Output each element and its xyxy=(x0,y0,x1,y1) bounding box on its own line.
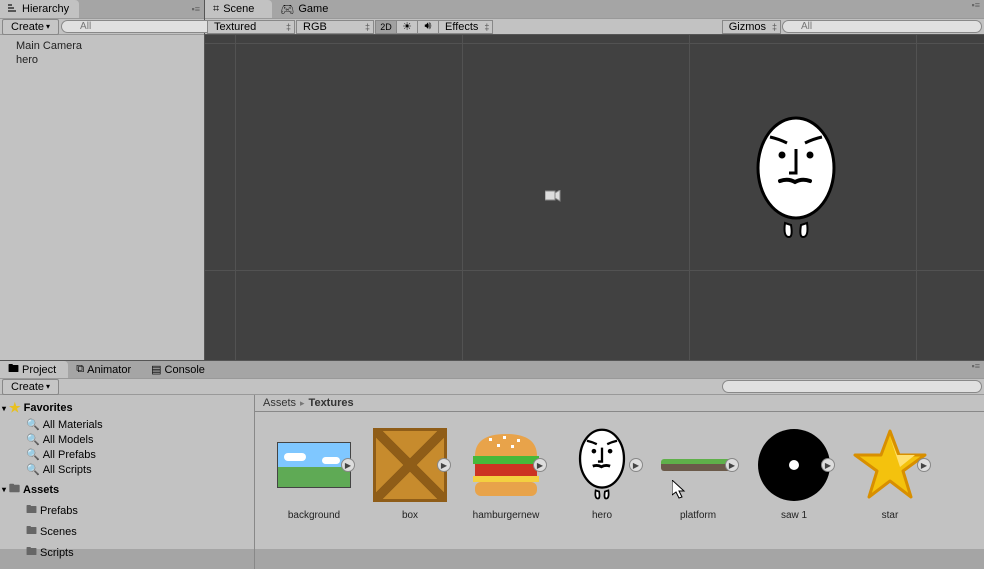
scene-icon: ⌗ xyxy=(213,3,219,16)
gizmos-dropdown[interactable]: Gizmos xyxy=(722,20,781,34)
star-thumbnail xyxy=(853,429,927,501)
hero-sprite[interactable] xyxy=(755,115,837,243)
hierarchy-create-button[interactable]: Create ▾ xyxy=(2,19,59,35)
asset-folder[interactable]: 🖿Scripts xyxy=(2,542,252,563)
saw-thumbnail xyxy=(758,429,830,501)
expand-icon[interactable]: ▶ xyxy=(821,458,835,472)
hierarchy-item[interactable]: hero xyxy=(16,53,204,67)
scene-toolbar: Textured RGB 2D ☀ 🔊︎ Effects Gizmos 🔍 xyxy=(205,18,984,35)
animator-icon: ⧉ xyxy=(76,363,84,376)
search-filter-icon: 🔍 xyxy=(26,448,40,461)
scene-search-input[interactable] xyxy=(782,20,982,33)
asset-item-saw[interactable]: ▶ saw 1 xyxy=(755,428,833,553)
folder-icon: 🖿 xyxy=(9,480,20,499)
asset-item-background[interactable]: ▶ background xyxy=(275,428,353,553)
hierarchy-item[interactable]: Main Camera xyxy=(16,39,204,53)
tab-label: Hierarchy xyxy=(22,3,69,15)
asset-item-platform[interactable]: ▶ platform xyxy=(659,428,737,553)
hierarchy-search-input[interactable] xyxy=(61,20,217,33)
box-thumbnail xyxy=(373,428,447,502)
light-icon: ☀ xyxy=(402,20,412,33)
breadcrumb: Assets ▸ Textures xyxy=(255,395,984,412)
hierarchy-list: Main Camera hero xyxy=(0,35,204,360)
expand-icon[interactable]: ▶ xyxy=(629,458,643,472)
expand-icon[interactable]: ▶ xyxy=(533,458,547,472)
favorites-item[interactable]: 🔍All Materials xyxy=(2,417,252,432)
expand-icon[interactable]: ▶ xyxy=(341,458,355,472)
chevron-down-icon: ▾ xyxy=(46,22,50,31)
breadcrumb-item[interactable]: Textures xyxy=(309,397,354,409)
tab-scene[interactable]: ⌗ Scene xyxy=(205,0,272,18)
hamburger-thumbnail xyxy=(469,430,543,500)
folder-icon: 🖿 xyxy=(26,522,37,541)
chevron-down-icon: ▾ xyxy=(2,485,6,494)
2d-toggle[interactable]: 2D xyxy=(375,20,397,34)
lighting-toggle[interactable]: ☀ xyxy=(396,20,418,34)
project-panel: 🖿 Project ⧉ Animator ▤ Console ▪≡ Create… xyxy=(0,361,984,549)
asset-item-hamburger[interactable]: ▶ hamburgernew xyxy=(467,428,545,553)
render-mode-dropdown[interactable]: RGB xyxy=(296,20,374,34)
asset-item-box[interactable]: ▶ box xyxy=(371,428,449,553)
expand-icon[interactable]: ▶ xyxy=(917,458,931,472)
game-icon: 🎮︎ xyxy=(280,3,294,16)
folder-icon: 🖿 xyxy=(26,543,37,562)
favorites-header[interactable]: ▾ ★ Favorites xyxy=(2,399,252,417)
background-thumbnail xyxy=(277,442,351,488)
project-tree: ▾ ★ Favorites 🔍All Materials 🔍All Models… xyxy=(0,395,255,569)
breadcrumb-separator-icon: ▸ xyxy=(300,398,305,409)
panel-options-icon[interactable]: ▪≡ xyxy=(188,4,204,14)
tab-game[interactable]: 🎮︎ Game xyxy=(272,0,346,18)
tab-animator[interactable]: ⧉ Animator xyxy=(68,361,143,378)
tab-hierarchy[interactable]: Hierarchy xyxy=(0,0,79,18)
chevron-down-icon: ▾ xyxy=(46,382,50,391)
tab-console[interactable]: ▤ Console xyxy=(143,361,217,378)
search-filter-icon: 🔍 xyxy=(26,433,40,446)
asset-view: Assets ▸ Textures ▶ background ▶ box xyxy=(255,395,984,569)
assets-header[interactable]: ▾ 🖿 Assets xyxy=(2,479,252,500)
favorites-item[interactable]: 🔍All Prefabs xyxy=(2,447,252,462)
hierarchy-icon xyxy=(8,3,18,15)
project-create-button[interactable]: Create ▾ xyxy=(2,379,59,395)
shading-mode-dropdown[interactable]: Textured xyxy=(207,20,295,34)
expand-icon[interactable]: ▶ xyxy=(437,458,451,472)
camera-gizmo-icon xyxy=(545,190,561,202)
asset-folder[interactable]: 🖿Prefabs xyxy=(2,500,252,521)
hierarchy-panel: Hierarchy ▪≡ Create ▾ 🔍 Main Camera hero xyxy=(0,0,205,360)
chevron-down-icon: ▾ xyxy=(2,404,6,413)
breadcrumb-item[interactable]: Assets xyxy=(263,397,296,409)
star-icon: ★ xyxy=(9,400,21,416)
folder-icon: 🖿 xyxy=(26,501,37,520)
search-filter-icon: 🔍 xyxy=(26,418,40,431)
favorites-item[interactable]: 🔍All Scripts xyxy=(2,462,252,477)
console-icon: ▤ xyxy=(151,363,161,376)
project-search-input[interactable] xyxy=(722,380,982,393)
audio-icon: 🔊︎ xyxy=(425,20,432,33)
asset-folder[interactable]: 🖿Scenes xyxy=(2,521,252,542)
asset-item-star[interactable]: ▶ star xyxy=(851,428,929,553)
expand-icon[interactable]: ▶ xyxy=(725,458,739,472)
asset-grid: ▶ background ▶ box xyxy=(255,412,984,569)
effects-dropdown[interactable]: Effects xyxy=(438,20,493,34)
hero-thumbnail xyxy=(578,428,626,502)
search-filter-icon: 🔍 xyxy=(26,463,40,476)
folder-icon: 🖿 xyxy=(8,360,19,379)
favorites-item[interactable]: 🔍All Models xyxy=(2,432,252,447)
scene-view[interactable] xyxy=(205,35,984,360)
panel-options-icon[interactable]: ▪≡ xyxy=(968,0,984,18)
asset-item-hero[interactable]: ▶ hero xyxy=(563,428,641,553)
audio-toggle[interactable]: 🔊︎ xyxy=(417,20,439,34)
panel-options-icon[interactable]: ▪≡ xyxy=(968,361,984,378)
scene-panel: ⌗ Scene 🎮︎ Game ▪≡ Textured RGB 2D ☀ 🔊︎ … xyxy=(205,0,984,360)
platform-thumbnail xyxy=(661,459,735,471)
tab-project[interactable]: 🖿 Project xyxy=(0,361,68,378)
